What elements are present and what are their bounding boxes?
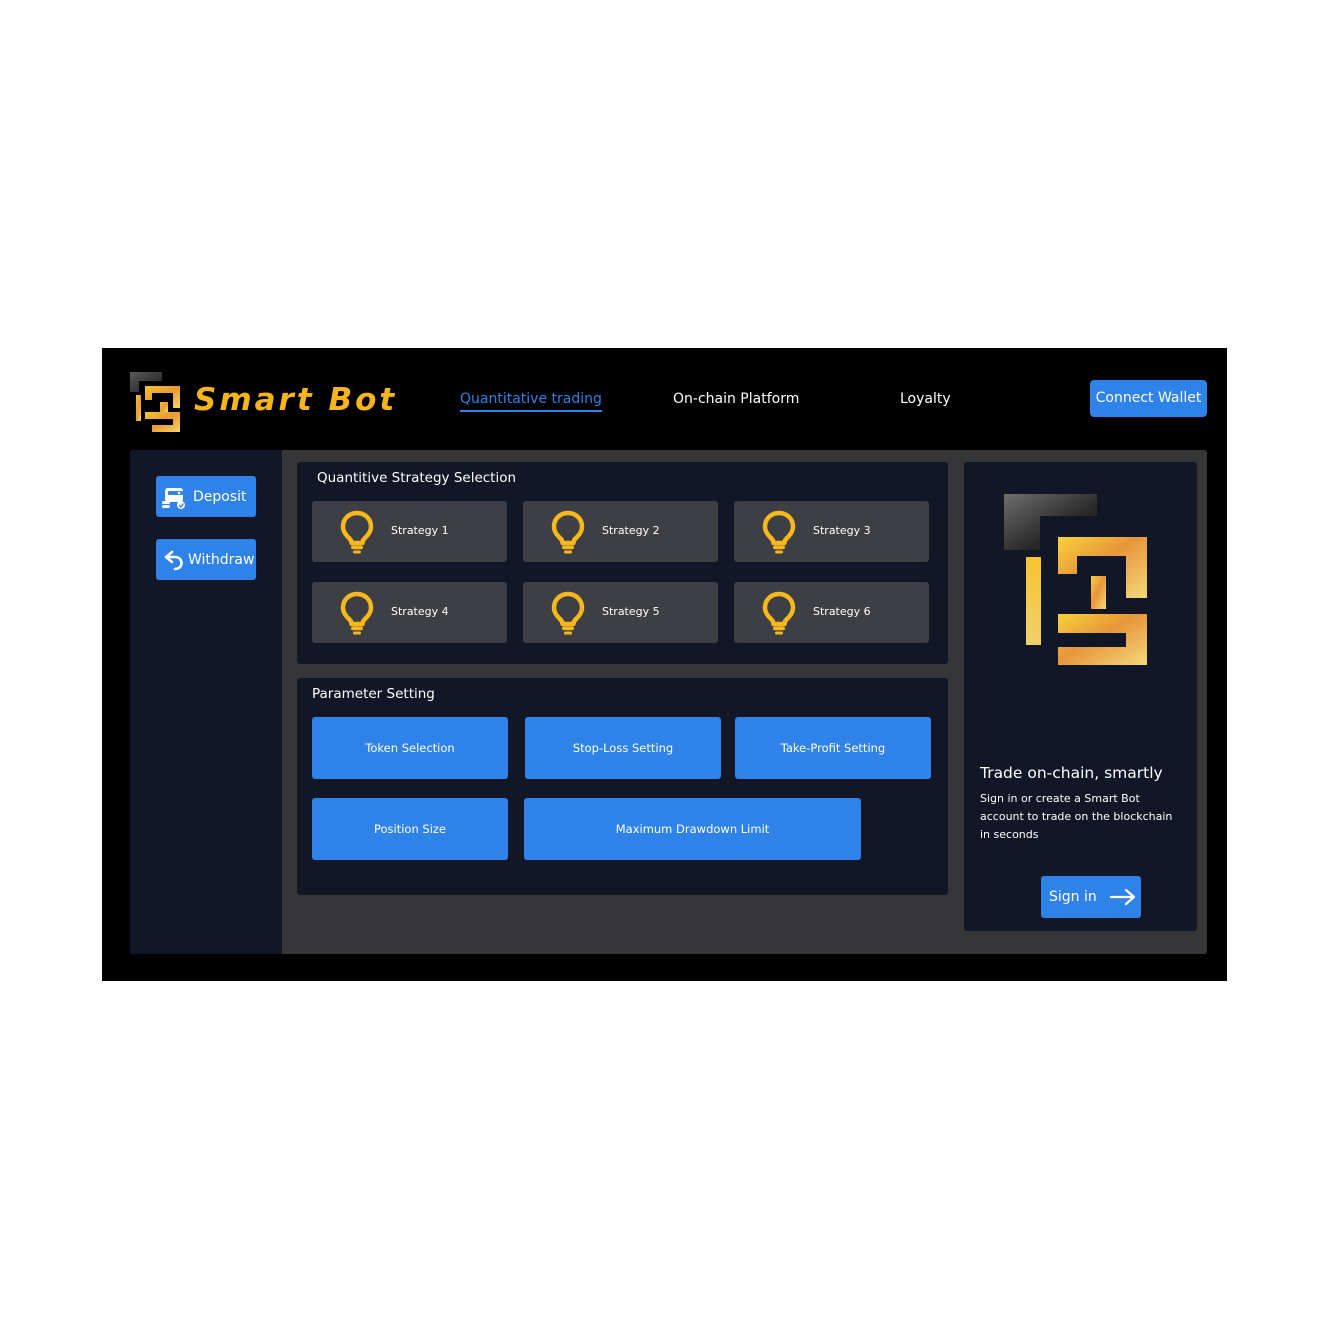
main-content: Deposit Withdraw Quantitive Strategy Sel… bbox=[130, 450, 1207, 954]
lightbulb-icon bbox=[762, 510, 796, 554]
stop-loss-setting-button[interactable]: Stop-Loss Setting bbox=[525, 717, 721, 779]
strategy-selection-panel: Quantitive Strategy Selection Strategy 1… bbox=[297, 462, 948, 664]
lightbulb-icon bbox=[340, 510, 374, 554]
deposit-button[interactable]: Deposit bbox=[156, 476, 256, 517]
sign-in-heading: Trade on-chain, smartly bbox=[980, 764, 1163, 782]
sign-in-label: Sign in bbox=[1049, 889, 1097, 905]
sign-in-panel: Trade on-chain, smartly Sign in or creat… bbox=[964, 462, 1197, 931]
strategy-card-1[interactable]: Strategy 1 bbox=[312, 501, 507, 562]
withdraw-label: Withdraw bbox=[188, 551, 255, 568]
wallet-icon bbox=[161, 484, 187, 510]
strategy-label: Strategy 6 bbox=[813, 605, 871, 618]
sign-in-description: Sign in or create a Smart Bot account to… bbox=[980, 792, 1173, 841]
strategy-card-4[interactable]: Strategy 4 bbox=[312, 582, 507, 643]
lightbulb-icon bbox=[762, 591, 796, 635]
strategy-card-3[interactable]: Strategy 3 bbox=[734, 501, 929, 562]
strategy-label: Strategy 3 bbox=[813, 524, 871, 537]
strategy-card-6[interactable]: Strategy 6 bbox=[734, 582, 929, 643]
arrow-right-icon bbox=[1109, 888, 1135, 906]
take-profit-setting-button[interactable]: Take-Profit Setting bbox=[735, 717, 931, 779]
nav-on-chain-platform[interactable]: On-chain Platform bbox=[673, 388, 799, 410]
parameter-setting-panel: Parameter Setting Token Selection Stop-L… bbox=[297, 678, 948, 895]
strategy-label: Strategy 1 bbox=[391, 524, 449, 537]
nav-quantitative-trading[interactable]: Quantitative trading bbox=[460, 388, 602, 412]
strategy-panel-title: Quantitive Strategy Selection bbox=[317, 470, 517, 486]
undo-arrow-icon bbox=[163, 547, 185, 573]
strategy-card-2[interactable]: Strategy 2 bbox=[523, 501, 718, 562]
deposit-label: Deposit bbox=[193, 488, 247, 505]
position-size-button[interactable]: Position Size bbox=[312, 798, 508, 860]
sidebar: Deposit Withdraw bbox=[130, 450, 282, 954]
strategy-label: Strategy 4 bbox=[391, 605, 449, 618]
strategy-label: Strategy 2 bbox=[602, 524, 660, 537]
token-selection-button[interactable]: Token Selection bbox=[312, 717, 508, 779]
smart-bot-logo-icon bbox=[1004, 494, 1147, 665]
withdraw-button[interactable]: Withdraw bbox=[156, 539, 256, 580]
lightbulb-icon bbox=[551, 591, 585, 635]
strategy-label: Strategy 5 bbox=[602, 605, 660, 618]
smart-bot-logo-icon bbox=[130, 372, 180, 432]
strategy-card-5[interactable]: Strategy 5 bbox=[523, 582, 718, 643]
app-window: Smart Bot Quantitative trading On-chain … bbox=[102, 348, 1227, 981]
lightbulb-icon bbox=[551, 510, 585, 554]
lightbulb-icon bbox=[340, 591, 374, 635]
nav-loyalty[interactable]: Loyalty bbox=[900, 388, 951, 410]
sign-in-button[interactable]: Sign in bbox=[1041, 876, 1141, 918]
connect-wallet-button[interactable]: Connect Wallet bbox=[1090, 380, 1207, 417]
parameter-panel-title: Parameter Setting bbox=[312, 686, 435, 702]
maximum-drawdown-limit-button[interactable]: Maximum Drawdown Limit bbox=[524, 798, 861, 860]
brand-name: Smart Bot bbox=[194, 382, 398, 418]
